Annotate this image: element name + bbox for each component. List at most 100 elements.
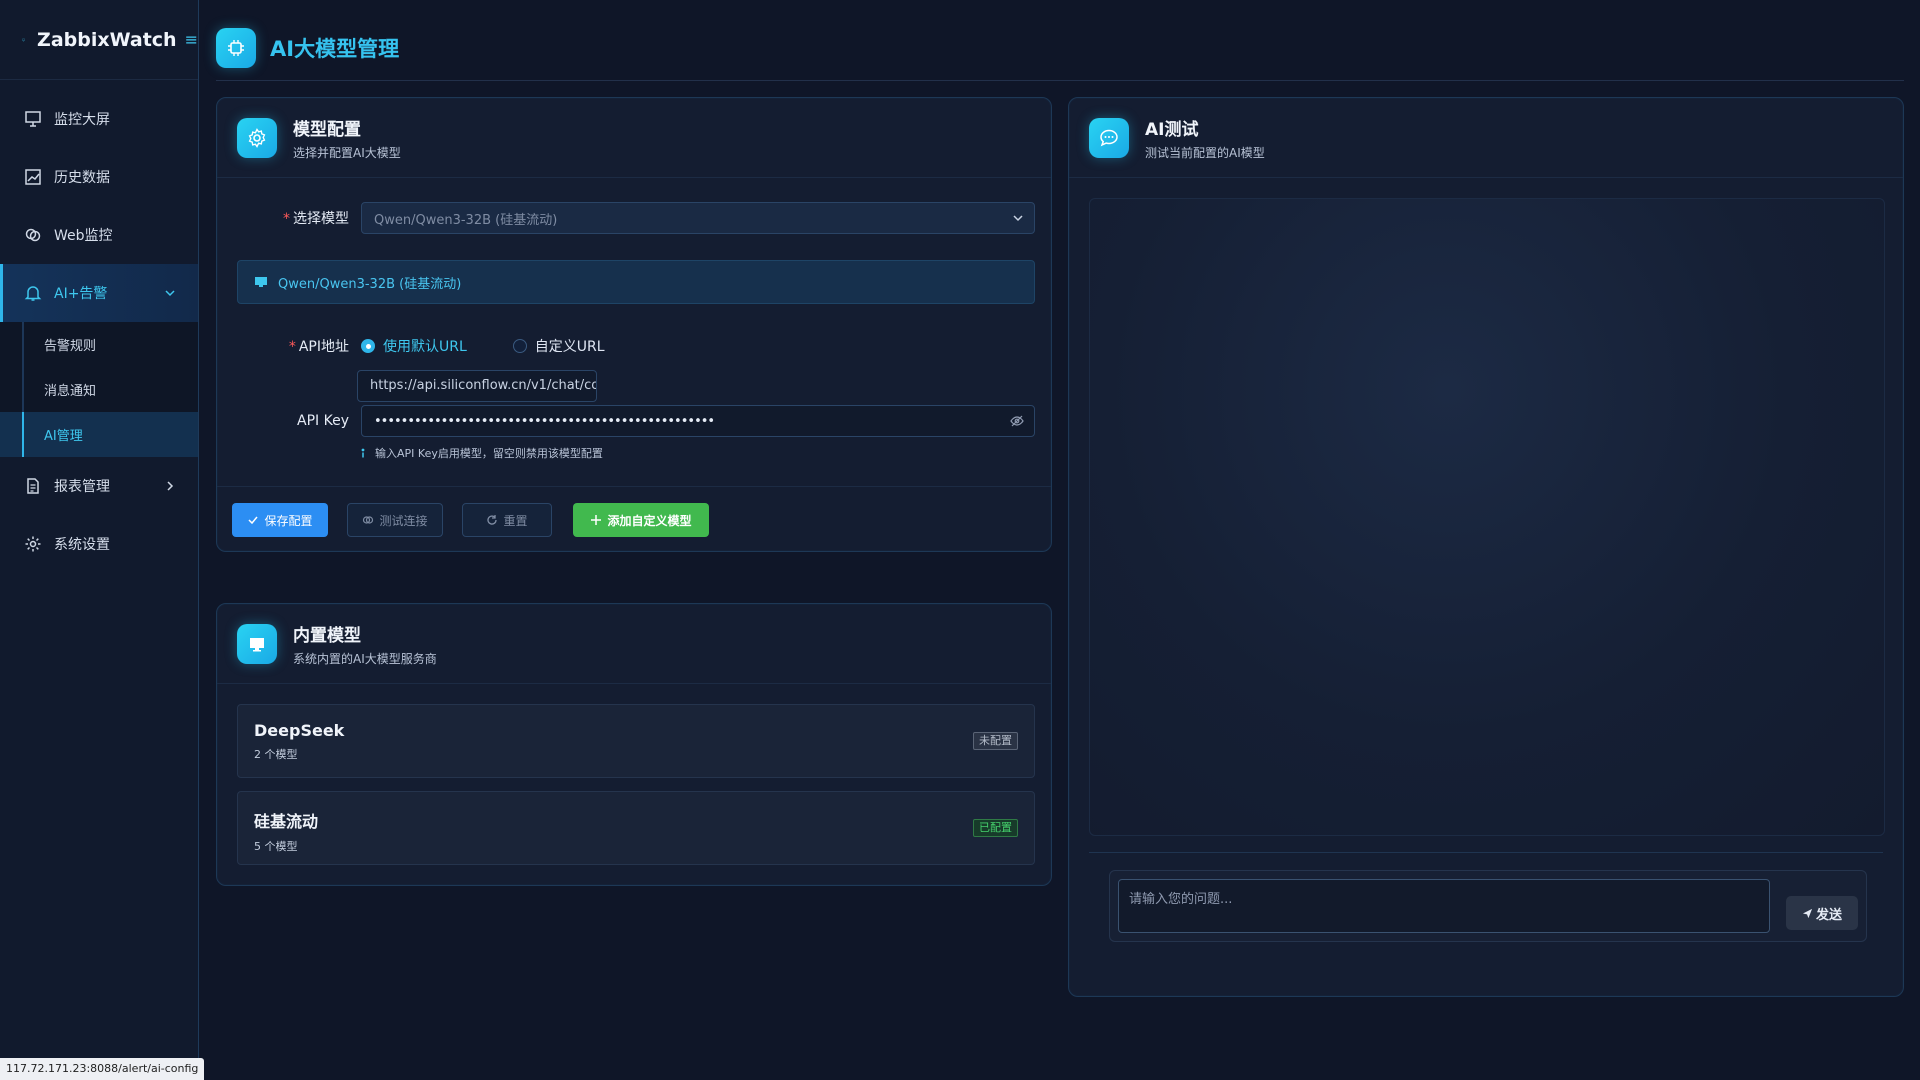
card-header: 模型配置 选择并配置AI大模型 [217,98,1051,178]
monitor-icon [25,111,41,127]
model-select-value: Qwen/Qwen3-32B (硅基流动) [374,212,558,228]
default-url-radio[interactable]: 使用默认URL [361,336,467,356]
radio-dot [512,339,527,353]
label-text: 选择模型 [293,211,349,227]
plus-icon [591,515,602,525]
send-button[interactable]: 发送 [1786,896,1858,930]
chevron-down-icon [1013,215,1023,222]
monitor-icon [255,277,267,287]
sidebar-subitem-notifications[interactable]: 消息通知 [0,367,198,412]
label-text: API地址 [298,339,349,355]
status-badge: 已配置 [973,819,1018,837]
sidebar-item-ai-alert[interactable]: AI+告警 [0,264,198,322]
selected-model-banner: Qwen/Qwen3-32B (硅基流动) [237,260,1035,304]
action-bar: 保存配置 测试连接 重置 添加自定义模型 [217,486,1051,551]
eye-off-icon[interactable] [1010,414,1024,428]
api-key-masked-value: ••••••••••••••••••••••••••••••••••••••••… [374,413,715,429]
api-url-label: * API地址 [288,339,349,355]
button-label: 重置 [503,513,528,528]
radio-dot [361,339,375,353]
sidebar-item-label: 历史数据 [54,170,110,186]
sidebar-item-dashboard[interactable]: 监控大屏 [0,90,198,148]
button-label: 发送 [1815,907,1842,923]
info-icon [361,448,365,458]
sidebar-item-web-monitor[interactable]: Web监控 [0,206,198,264]
sidebar-item-label: 监控大屏 [54,112,110,128]
button-label: 保存配置 [264,513,313,528]
api-url-input[interactable]: https://api.siliconflow.cn/v1/chat/cor [357,370,597,402]
sidebar-subitem-ai-management[interactable]: AI管理 [0,412,198,457]
provider-card-deepseek[interactable]: DeepSeek 2 个模型 未配置 [237,704,1035,778]
link-icon [25,228,41,242]
card-title: 模型配置 [293,119,361,140]
model-select[interactable]: Qwen/Qwen3-32B (硅基流动) [361,202,1035,234]
radio-label: 使用默认URL [383,339,467,355]
api-url-row: * API地址 使用默认URL 自定义URL [233,336,651,356]
model-config-card: 模型配置 选择并配置AI大模型 * 选择模型 Qwen/Qwen3-32B (硅基… [216,97,1052,552]
card-subtitle: 测试当前配置的AI模型 [1145,145,1265,160]
model-select-label: * 选择模型 [283,211,349,227]
link-icon [363,516,374,524]
page-title: AI大模型管理 [270,37,400,61]
card-header: AI测试 测试当前配置的AI模型 [1069,98,1903,178]
chart-icon [25,169,41,185]
card-subtitle: 系统内置的AI大模型服务商 [293,651,437,666]
sidebar-item-label: 报表管理 [54,479,110,495]
sidebar-item-label: 系统设置 [54,537,110,553]
chat-messages-area[interactable] [1089,198,1885,836]
chat-input-box: 请输入您的问题... 发送 [1109,870,1867,942]
button-label: 添加自定义模型 [607,513,692,528]
sidebar: ZabbixWatch ≡ 监控大屏 历史数据 Web监控 AI+告警 告警规则… [0,0,199,1080]
sidebar-item-history[interactable]: 历史数据 [0,148,198,206]
document-icon [27,478,39,494]
radio-label: 自定义URL [534,339,605,355]
settings-icon [237,117,277,158]
provider-model-count: 5 个模型 [254,840,298,853]
monitor-icon [237,623,277,664]
chat-question-input[interactable]: 请输入您的问题... [1118,879,1770,933]
provider-model-count: 2 个模型 [254,748,298,761]
api-key-label: API Key [297,413,349,429]
sidebar-subitem-label: 消息通知 [44,384,97,399]
hint-text: 输入API Key启用模型，留空则禁用该模型配置 [375,447,603,460]
custom-url-radio[interactable]: 自定义URL [512,336,605,356]
reset-button[interactable]: 重置 [462,503,552,537]
add-custom-model-button[interactable]: 添加自定义模型 [573,503,709,537]
menu-collapse-icon[interactable]: ≡ [185,30,198,49]
check-icon [248,516,259,525]
monitor-logo-icon [22,38,25,41]
api-key-hint: 输入API Key启用模型，留空则禁用该模型配置 [357,445,603,461]
chat-divider [1089,852,1883,853]
card-subtitle: 选择并配置AI大模型 [293,145,401,160]
card-title: 内置模型 [293,625,361,646]
builtin-models-card: 内置模型 系统内置的AI大模型服务商 DeepSeek 2 个模型 未配置 硅基… [216,603,1052,886]
sidebar-item-settings[interactable]: 系统设置 [0,515,198,573]
header-divider [216,80,1904,81]
sidebar-subitem-alert-rules[interactable]: 告警规则 [0,322,198,367]
chip-icon [216,28,256,68]
save-config-button[interactable]: 保存配置 [232,503,328,537]
sidebar-nav: 监控大屏 历史数据 Web监控 AI+告警 告警规则 消息通知 AI管理 报表管… [0,80,198,573]
selected-model-text: Qwen/Qwen3-32B (硅基流动) [278,276,462,292]
provider-name: DeepSeek [254,721,345,740]
app-title: ZabbixWatch [37,28,177,51]
api-key-input[interactable]: ••••••••••••••••••••••••••••••••••••••••… [361,405,1035,437]
send-icon [1802,908,1813,918]
model-select-row: * 选择模型 Qwen/Qwen3-32B (硅基流动) [233,202,1035,234]
test-connection-button[interactable]: 测试连接 [347,503,443,537]
status-badge: 未配置 [973,732,1018,750]
browser-status-url: 117.72.171.23:8088/alert/ai-config [0,1058,205,1080]
brand: ZabbixWatch ≡ [0,0,198,80]
card-header: 内置模型 系统内置的AI大模型服务商 [217,604,1051,684]
api-key-row: API Key ••••••••••••••••••••••••••••••••… [233,405,1035,437]
sidebar-item-reports[interactable]: 报表管理 [0,457,198,515]
button-label: 测试连接 [379,513,428,528]
ai-test-card: AI测试 测试当前配置的AI模型 请输入您的问题... 发送 [1068,97,1904,997]
url-radio-group: 使用默认URL 自定义URL [361,336,651,356]
provider-card-siliconflow[interactable]: 硅基流动 5 个模型 已配置 [237,791,1035,865]
gear-icon [25,536,41,552]
bell-icon [24,286,42,301]
sidebar-subitem-label: AI管理 [44,429,83,444]
sidebar-item-label: AI+告警 [54,286,108,302]
provider-name: 硅基流动 [254,812,319,831]
